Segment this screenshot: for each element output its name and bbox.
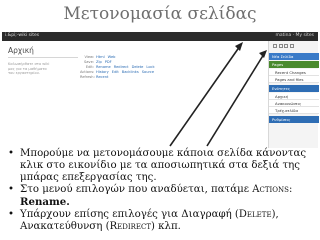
callout-arrow-line-2 <box>206 53 265 147</box>
bullet-text: Ανακατεύθυνση ( <box>20 221 110 232</box>
bullet-menu-rename: Στο μενού επιλογών που αναδύεται, πατάμε… <box>8 184 316 209</box>
menu-path-rename: Rename. <box>20 196 70 208</box>
bullet-text: Στο μενού επιλογών που αναδύεται, πατάμε <box>20 184 250 195</box>
callout-arrows <box>169 42 267 147</box>
bullet-text: κλπ. <box>158 221 181 232</box>
bullet-list: Μπορούμε να μετονομάσουμε κάποια σελίδα … <box>8 148 316 233</box>
bullet-rename-icon: Μπορούμε να μετονομάσουμε κάποια σελίδα … <box>8 148 316 184</box>
option-delete: Delete), <box>238 209 279 220</box>
arrow-head-icon <box>235 42 243 51</box>
wiki-screenshot: i.&pi;-wiki sites matina · My sites Αρχι… <box>2 32 319 148</box>
option-redirect: Redirect) <box>109 221 155 232</box>
slide-title: Μετονομασία σελίδας <box>63 4 257 24</box>
callout-arrow-line <box>169 45 241 147</box>
menu-path-actions: Actions: <box>252 184 293 195</box>
arrow-head-icon <box>259 50 267 58</box>
bullet-other-options: Υπάρχουν επίσης επιλογές για Διαγραφή (D… <box>8 209 316 233</box>
bullet-text: Υπάρχουν επίσης επιλογές για Διαγραφή ( <box>20 209 239 220</box>
